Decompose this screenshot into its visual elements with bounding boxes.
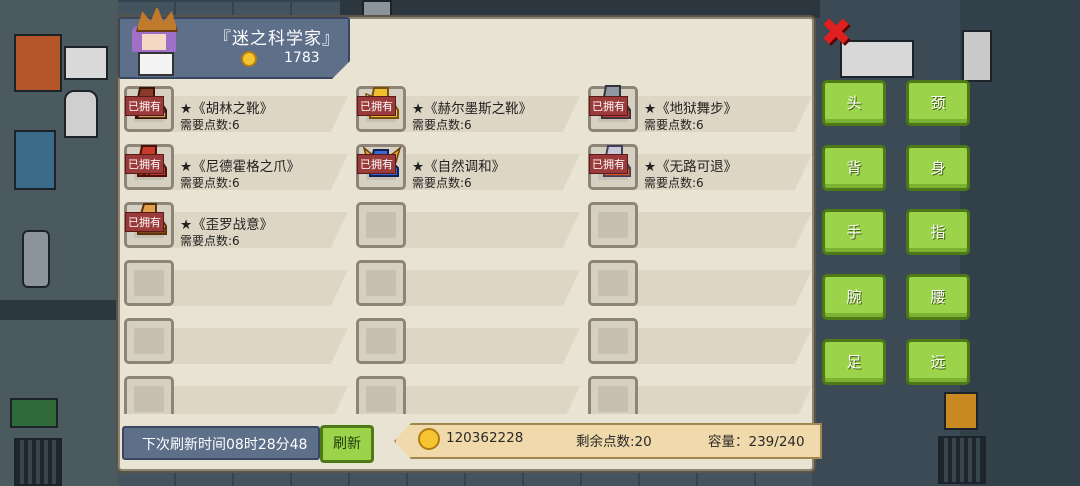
item-name: ★《地狱舞步》: [644, 101, 738, 117]
player-gold: 120362228: [446, 430, 524, 446]
item-cost: 需要点数:6: [412, 176, 472, 190]
merchant-gold: 1783: [284, 50, 320, 66]
item-name: ★《无路可退》: [644, 159, 738, 175]
item-slot[interactable]: 已拥有 ★《尼德霍格之爪》 需要点数:6: [122, 142, 348, 192]
owned-badge: 已拥有: [589, 96, 628, 116]
empty-slot[interactable]: [122, 258, 348, 308]
empty-slot[interactable]: [586, 316, 812, 366]
empty-slot[interactable]: [354, 200, 580, 250]
item-cost: 需要点数:6: [180, 234, 240, 248]
item-cost: 需要点数:6: [180, 176, 240, 190]
empty-slot[interactable]: [586, 200, 812, 250]
item-slot[interactable]: 已拥有 ★《歪罗战意》 需要点数:6: [122, 200, 348, 250]
item-cost: 需要点数:6: [644, 118, 704, 132]
category-body-button[interactable]: 身: [906, 145, 970, 191]
merchant-title: 『迷之科学家』: [214, 29, 340, 49]
item-name: ★《尼德霍格之爪》: [180, 159, 301, 175]
gold-coin-icon: [241, 51, 257, 67]
remaining-points: 剩余点数:20: [576, 434, 652, 450]
category-back-button[interactable]: 背: [822, 145, 886, 191]
item-cost: 需要点数:6: [644, 176, 704, 190]
item-name: ★《自然调和》: [412, 159, 506, 175]
scientist-avatar: [128, 4, 184, 76]
empty-slot[interactable]: [122, 374, 348, 414]
gold-coin-icon: [418, 428, 440, 450]
category-wrist-button[interactable]: 腕: [822, 274, 886, 320]
category-finger-button[interactable]: 指: [906, 209, 970, 255]
category-ranged-button[interactable]: 远: [906, 339, 970, 385]
category-neck-button[interactable]: 颈: [906, 80, 970, 126]
item-slot[interactable]: 已拥有 ★《自然调和》 需要点数:6: [354, 142, 580, 192]
item-name: ★《歪罗战意》: [180, 217, 274, 233]
owned-badge: 已拥有: [125, 212, 164, 232]
item-cost: 需要点数:6: [412, 118, 472, 132]
empty-slot[interactable]: [122, 316, 348, 366]
category-hand-button[interactable]: 手: [822, 209, 886, 255]
empty-slot[interactable]: [586, 374, 812, 414]
empty-slot[interactable]: [354, 258, 580, 308]
category-foot-button[interactable]: 足: [822, 339, 886, 385]
item-cost: 需要点数:6: [180, 118, 240, 132]
empty-slot[interactable]: [354, 374, 580, 414]
item-grid: 已拥有 ★《胡林之靴》 需要点数:6 已拥有 ★《赫尔墨斯之靴》 需要点数:6 …: [122, 84, 812, 414]
item-name: ★《胡林之靴》: [180, 101, 274, 117]
inventory-capacity: 容量：239/240: [708, 434, 805, 450]
item-slot[interactable]: 已拥有 ★《胡林之靴》 需要点数:6: [122, 84, 348, 134]
item-name: ★《赫尔墨斯之靴》: [412, 101, 533, 117]
category-waist-button[interactable]: 腰: [906, 274, 970, 320]
owned-badge: 已拥有: [125, 154, 164, 174]
empty-slot[interactable]: [354, 316, 580, 366]
refresh-button[interactable]: 刷新: [320, 425, 374, 463]
owned-badge: 已拥有: [357, 96, 396, 116]
owned-badge: 已拥有: [125, 96, 164, 116]
item-slot[interactable]: 已拥有 ★《地狱舞步》 需要点数:6: [586, 84, 812, 134]
item-slot[interactable]: 已拥有 ★《赫尔墨斯之靴》 需要点数:6: [354, 84, 580, 134]
empty-slot[interactable]: [586, 258, 812, 308]
category-head-button[interactable]: 头: [822, 80, 886, 126]
owned-badge: 已拥有: [589, 154, 628, 174]
refresh-countdown: 下次刷新时间08时28分48: [122, 426, 320, 460]
item-slot[interactable]: 已拥有 ★《无路可退》 需要点数:6: [586, 142, 812, 192]
owned-badge: 已拥有: [357, 154, 396, 174]
close-icon[interactable]: ✖: [818, 13, 854, 51]
